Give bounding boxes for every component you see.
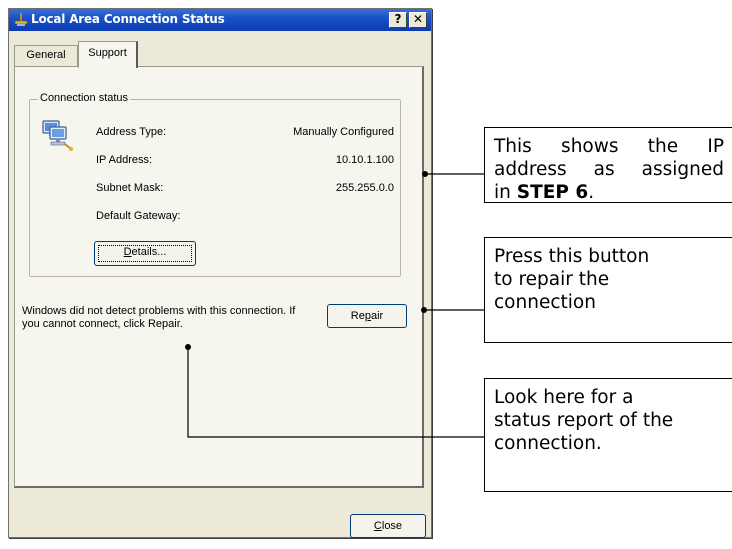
repair-callout-line1: Press this button (494, 246, 650, 267)
tab-support[interactable]: Support (78, 41, 138, 68)
status-callout-line3: connection. (494, 433, 602, 454)
status-callout-line2: status report of the (494, 410, 674, 431)
repair-callout-line2: to repair the (494, 269, 610, 290)
repair-leader-dot (421, 307, 427, 313)
status-leader-dot (185, 344, 191, 350)
ip-callout-line3-post: . (588, 182, 595, 203)
repair-callout: Press this button to repair the connecti… (484, 237, 732, 343)
ip-callout-line2: address as assigned (494, 159, 724, 180)
repair-callout-line3: connection (494, 292, 596, 313)
ip-callout-line1: This shows the IP (494, 136, 724, 157)
status-callout-line1: Look here for a (494, 387, 634, 408)
status-callout: Look here for a status report of the con… (484, 378, 732, 492)
ip-callout-line3-pre: in (494, 182, 517, 203)
ip-leader-dot (422, 171, 428, 177)
status-leader-line (187, 347, 484, 438)
ip-callout-line3-bold: STEP 6 (516, 182, 589, 203)
ip-callout: This shows the IP address as assigned in… (484, 127, 732, 203)
